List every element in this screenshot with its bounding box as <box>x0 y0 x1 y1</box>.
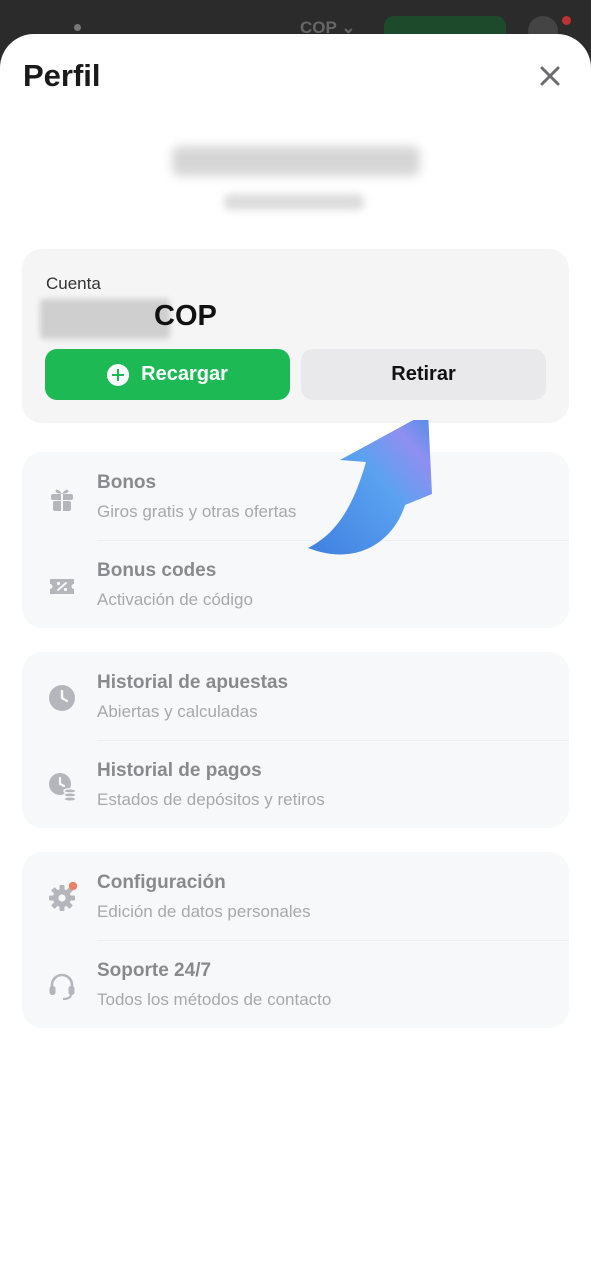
payment-history-icon <box>49 773 77 802</box>
deposit-button[interactable]: Recargar <box>45 349 290 400</box>
plus-circle-icon <box>107 363 130 386</box>
history-group: Historial de apuestas Abiertas y calcula… <box>22 652 569 828</box>
gift-icon <box>51 489 73 511</box>
account-label: Cuenta <box>46 274 101 293</box>
notification-dot <box>68 882 78 891</box>
menu-item-title: Historial de apuestas <box>97 672 289 693</box>
menu-item-subtitle: Estados de depósitos y retiros <box>97 790 325 809</box>
page-title: Perfil <box>23 58 101 93</box>
menu-item-title: Soporte 24/7 <box>97 960 212 981</box>
menu-item-bonos[interactable]: Bonos Giros gratis y otras ofertas <box>22 452 569 540</box>
gear-icon <box>49 882 78 911</box>
menu-item-subtitle: Activación de código <box>97 590 253 609</box>
menu-item-support[interactable]: Soporte 24/7 Todos los métodos de contac… <box>22 940 569 1028</box>
menu-dot <box>74 24 81 31</box>
menu-item-title: Historial de pagos <box>97 760 262 781</box>
menu-item-title: Configuración <box>97 872 226 893</box>
headset-icon <box>49 973 75 1001</box>
ticket-icon <box>50 579 74 594</box>
account-currency: COP <box>154 300 217 332</box>
deposit-button-label: Recargar <box>141 363 228 385</box>
account-card: Cuenta COP Recargar Retirar <box>22 249 569 423</box>
menu-item-title: Bonos <box>97 472 157 493</box>
menu-item-subtitle: Abiertas y calculadas <box>97 702 258 721</box>
menu-item-subtitle: Edición de datos personales <box>97 902 311 921</box>
menu-item-title: Bonus codes <box>97 560 217 581</box>
balance-redacted <box>40 299 170 339</box>
settings-group: Configuración Edición de datos personale… <box>22 852 569 1028</box>
offers-group: Bonos Giros gratis y otras ofertas Bonus… <box>22 452 569 628</box>
profile-sheet: Perfil Cuenta COP Recargar Retirar Bonos <box>0 34 591 1280</box>
menu-item-subtitle: Todos los métodos de contacto <box>97 990 332 1009</box>
menu-item-settings[interactable]: Configuración Edición de datos personale… <box>22 852 569 940</box>
menu-item-bonus-codes[interactable]: Bonus codes Activación de código <box>22 540 569 628</box>
profile-name-redacted <box>172 146 420 176</box>
menu-item-payment-history[interactable]: Historial de pagos Estados de depósitos … <box>22 740 569 828</box>
menu-item-subtitle: Giros gratis y otras ofertas <box>97 502 297 521</box>
profile-id-redacted <box>224 194 364 210</box>
clock-icon <box>49 685 75 711</box>
withdraw-button-label: Retirar <box>391 363 456 385</box>
withdraw-button[interactable]: Retirar <box>301 349 546 400</box>
close-button[interactable] <box>532 58 568 94</box>
close-icon <box>540 66 560 86</box>
menu-item-bet-history[interactable]: Historial de apuestas Abiertas y calcula… <box>22 652 569 740</box>
background-notification-dot <box>562 16 571 25</box>
